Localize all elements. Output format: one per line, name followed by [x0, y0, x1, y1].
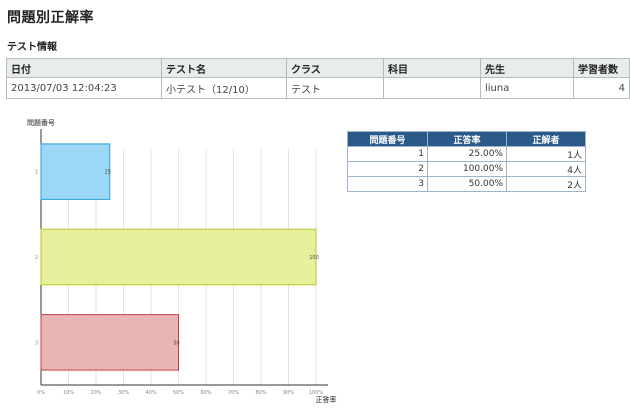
test-info-heading: テスト情報 [7, 42, 57, 53]
header-date: 日付 [6, 58, 162, 78]
cell-correct-count: 1人 [506, 146, 586, 162]
cell-subject [383, 77, 481, 99]
results-table: 問題番号 正答率 正解者 1 25.00% 1人 2 100.00% 4人 3 … [347, 131, 586, 192]
cell-teacher: liuna [480, 77, 574, 99]
test-info-header-row: 日付 テスト名 クラス 科目 先生 学習者数 [6, 58, 630, 78]
cell-test-name: 小テスト（12/10） [161, 77, 287, 99]
page-title: 問題別正解率 [7, 10, 94, 26]
bar-value-label: 25 [105, 170, 111, 176]
cell-question-number: 1 [347, 146, 428, 162]
cell-correct-count: 2人 [506, 176, 586, 192]
test-info-table: 日付 テスト名 クラス 科目 先生 学習者数 2013/07/03 12:04:… [6, 58, 630, 99]
header-learner-count: 学習者数 [573, 58, 630, 78]
results-header-row: 問題番号 正答率 正解者 [347, 131, 586, 147]
x-tick-label: 80% [255, 390, 266, 396]
bar [40, 143, 111, 200]
test-info-row: 2013/07/03 12:04:23 小テスト（12/10） テスト liun… [6, 77, 630, 99]
x-tick-label: 30% [118, 390, 129, 396]
x-tick-label: 50% [173, 390, 184, 396]
table-row: 3 50.00% 2人 [347, 176, 586, 192]
results-header-correct: 正解者 [506, 131, 586, 147]
x-tick-label: 20% [90, 390, 101, 396]
cell-question-number: 2 [347, 161, 428, 177]
x-tick-label: 60% [200, 390, 211, 396]
y-tick-label: 1 [35, 170, 38, 176]
cell-accuracy: 100.00% [427, 161, 507, 177]
bar-value-label: 50 [173, 340, 179, 346]
x-tick-label: 90% [283, 390, 294, 396]
x-axis-title: 正答率 [316, 395, 337, 404]
header-class: クラス [286, 58, 384, 78]
cell-learner-count: 4 [573, 77, 630, 99]
cell-date: 2013/07/03 12:04:23 [6, 77, 162, 99]
table-row: 2 100.00% 4人 [347, 161, 586, 177]
results-header-accuracy: 正答率 [427, 131, 507, 147]
y-tick-label: 2 [35, 255, 38, 261]
header-subject: 科目 [383, 58, 481, 78]
x-tick-label: 10% [63, 390, 74, 396]
results-header-question: 問題番号 [347, 131, 428, 147]
header-teacher: 先生 [480, 58, 574, 78]
bar-value-label: 100 [309, 255, 319, 261]
y-axis-title: 問題番号 [27, 119, 55, 127]
bar [40, 228, 317, 286]
accuracy-bar-chart: 0% 10% 20% 30% 40% 50% 60% 70% 80% 90% 100%問題番号正答率… [27, 119, 337, 404]
y-tick-label: 3 [35, 340, 38, 346]
x-tick-label: 70% [228, 390, 239, 396]
cell-accuracy: 25.00% [427, 146, 507, 162]
cell-question-number: 3 [347, 176, 428, 192]
header-test-name: テスト名 [161, 58, 287, 78]
x-tick-label: 40% [145, 390, 156, 396]
x-tick-label: 0% [37, 390, 45, 396]
cell-class: テスト [286, 77, 384, 99]
cell-correct-count: 4人 [506, 161, 586, 177]
table-row: 1 25.00% 1人 [347, 146, 586, 162]
bar [40, 314, 179, 371]
cell-accuracy: 50.00% [427, 176, 507, 192]
